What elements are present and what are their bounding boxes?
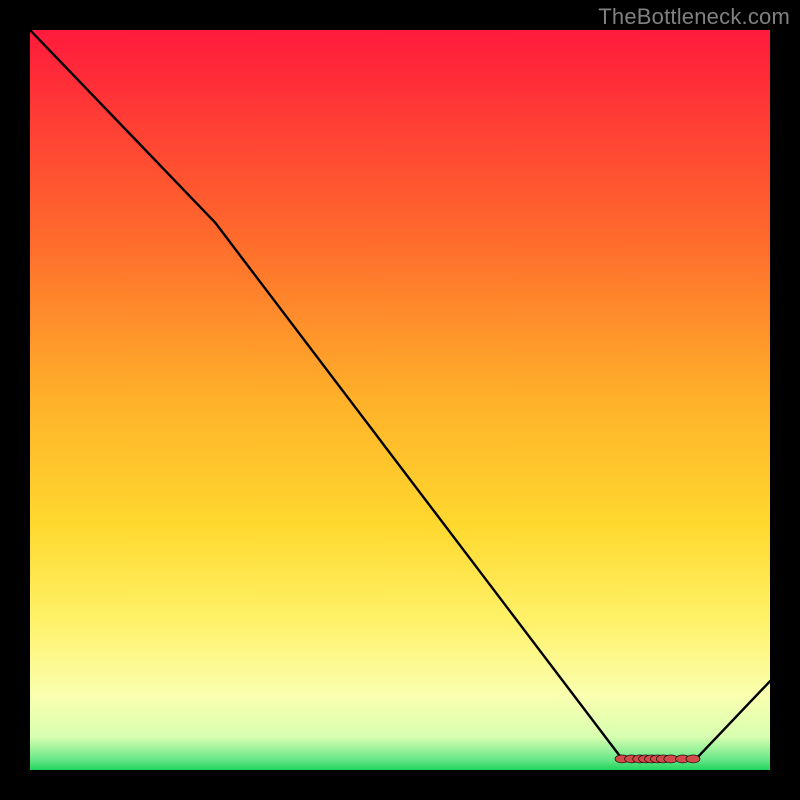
attribution-label: TheBottleneck.com (598, 4, 790, 30)
gradient-background (30, 30, 770, 770)
data-marker (686, 755, 700, 763)
chart-svg (30, 30, 770, 770)
plot-area (30, 30, 770, 770)
chart-container: TheBottleneck.com (0, 0, 800, 800)
markers-group (615, 755, 700, 763)
